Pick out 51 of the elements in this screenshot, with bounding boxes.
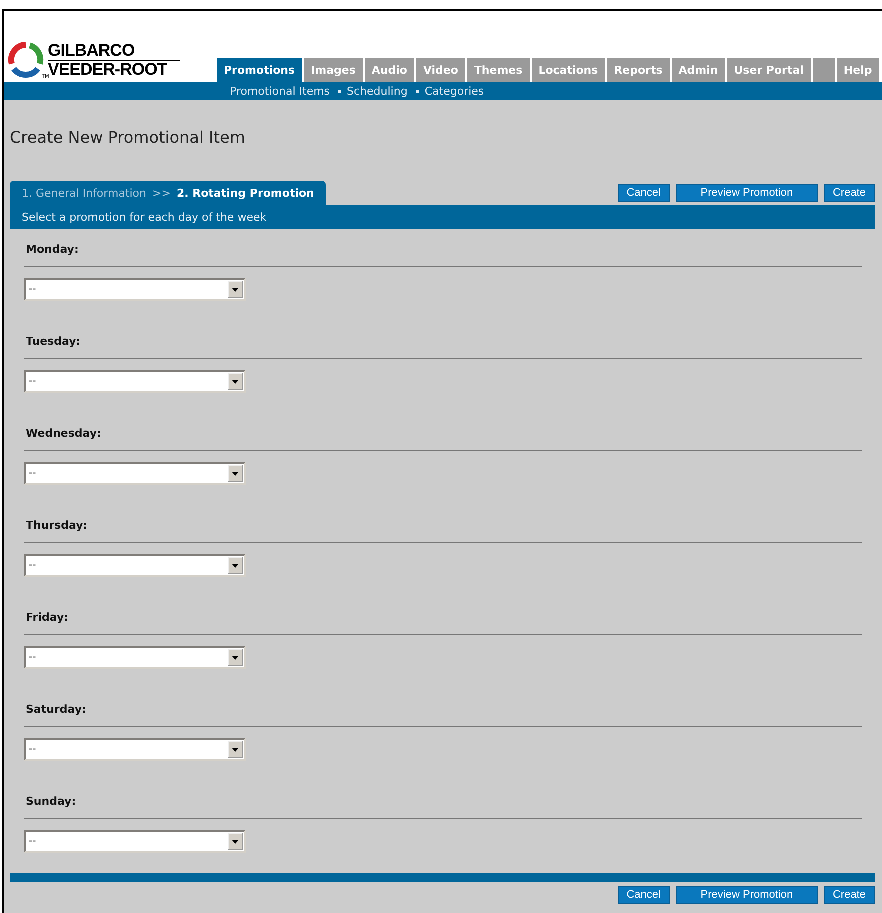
bullet-icon xyxy=(416,90,419,92)
step-separator: >> xyxy=(152,186,171,200)
day-label: Tuesday: xyxy=(25,335,82,349)
dropdown-icon xyxy=(228,741,243,758)
preview-button[interactable]: Preview Promotion xyxy=(676,184,818,202)
day-label: Thursday: xyxy=(25,519,89,533)
subnav-link[interactable]: Scheduling xyxy=(347,84,408,98)
nav-tab[interactable]: Audio xyxy=(364,58,414,82)
nav-tab[interactable]: Themes xyxy=(467,58,530,82)
nav-tab[interactable] xyxy=(812,58,835,82)
promotion-select[interactable]: -- xyxy=(24,554,246,577)
dropdown-icon xyxy=(228,465,243,482)
promotion-select[interactable]: -- xyxy=(24,370,246,393)
subnav-link[interactable]: Promotional Items xyxy=(230,84,330,98)
dropdown-icon xyxy=(228,833,243,850)
cancel-button[interactable]: Cancel xyxy=(618,184,670,202)
nav-tab[interactable]: Help xyxy=(836,58,880,82)
promotion-select[interactable]: -- xyxy=(24,830,246,853)
dropdown-icon xyxy=(228,649,243,666)
promotion-select[interactable]: -- xyxy=(24,738,246,761)
promotion-select[interactable]: -- xyxy=(24,278,246,301)
promotion-select[interactable]: -- xyxy=(24,462,246,485)
step-label: 2. Rotating Promotion xyxy=(176,186,314,200)
create-button[interactable]: Create xyxy=(824,184,875,202)
dropdown-icon xyxy=(228,281,243,298)
nav-tab[interactable]: Admin xyxy=(672,58,726,82)
day-label: Monday: xyxy=(25,243,80,257)
promotion-select[interactable]: -- xyxy=(24,646,246,669)
nav-tab[interactable]: Video xyxy=(416,58,466,82)
instruction-bar: Select a promotion for each day of the week xyxy=(10,205,875,229)
nav-tab[interactable]: Locations xyxy=(532,58,606,82)
day-label: Sunday: xyxy=(25,795,78,809)
bullet-icon xyxy=(338,90,342,92)
nav-tab[interactable]: Images xyxy=(304,58,363,82)
logo-text: GILBARCO xyxy=(48,42,180,60)
day-label: Saturday: xyxy=(25,703,88,717)
cancel-button[interactable]: Cancel xyxy=(618,886,670,904)
day-label: Friday: xyxy=(25,611,70,625)
nav-tab[interactable]: Promotions xyxy=(217,58,302,82)
preview-button[interactable]: Preview Promotion xyxy=(676,886,818,904)
nav-tab[interactable]: User Portal xyxy=(727,58,811,82)
dropdown-icon xyxy=(228,373,243,390)
create-button[interactable]: Create xyxy=(824,886,875,904)
step-label: 1. General Information xyxy=(22,186,147,200)
subnav-link[interactable]: Categories xyxy=(424,84,484,98)
nav-tab[interactable]: Reports xyxy=(607,58,670,82)
page-title: Create New Promotional Item xyxy=(10,128,246,148)
day-label: Wednesday: xyxy=(25,427,102,441)
logo-text: VEEDER-ROOT xyxy=(48,60,168,78)
dropdown-icon xyxy=(228,557,243,574)
logo-icon xyxy=(8,42,44,78)
